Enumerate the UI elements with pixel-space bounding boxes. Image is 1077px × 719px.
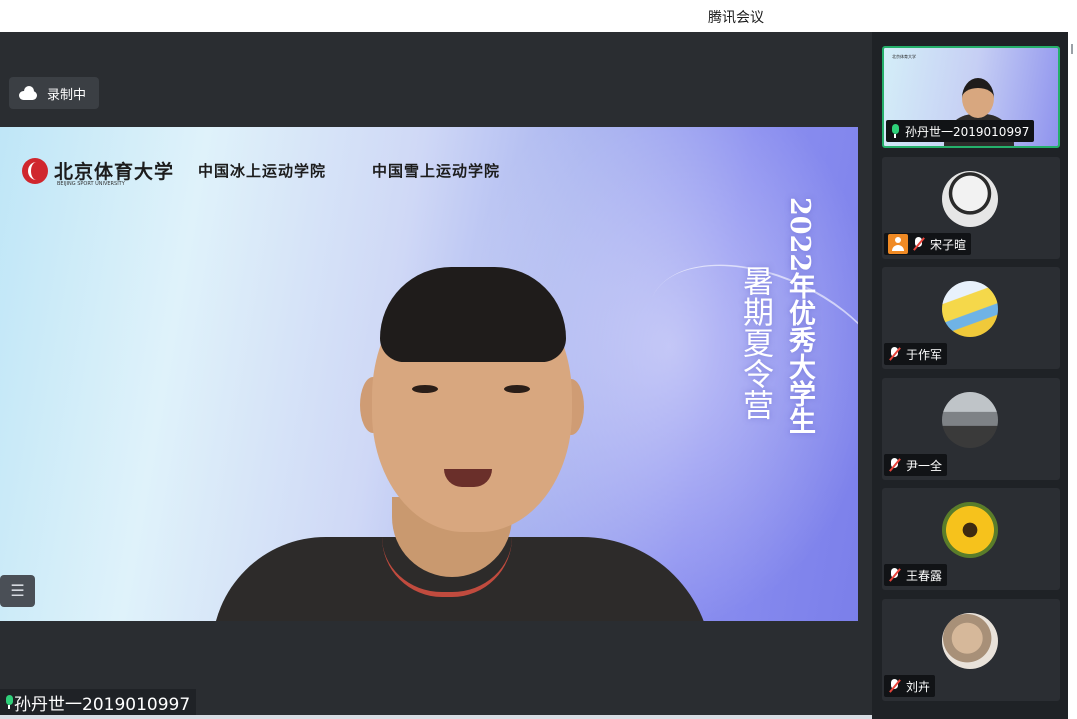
main-speaker-name: 孙丹世一2019010997 xyxy=(14,694,191,715)
mic-muted-icon xyxy=(888,679,901,693)
speaker-eye-right xyxy=(504,385,530,393)
institute-ice: 中国冰上运动学院 xyxy=(198,162,327,180)
avatar xyxy=(942,502,998,558)
speaker-hair xyxy=(380,267,566,362)
slide-camp-line: 暑期夏令营 xyxy=(737,265,773,420)
mic-muted-icon xyxy=(912,237,925,251)
participant-name-tag: 宋子暄 xyxy=(884,233,972,255)
participant-name-tag: 刘卉 xyxy=(884,675,936,697)
slide-year-line: 2022年优秀大学生 xyxy=(784,197,815,435)
window-title: 腾讯会议 xyxy=(708,10,764,26)
avatar xyxy=(942,613,998,669)
mic-icon xyxy=(890,124,900,138)
avatar xyxy=(942,392,998,448)
participant-video-list: 北京体育大学 孙丹世一2019010997 宋子暄 于作军 尹一全 王春露 刘卉 xyxy=(872,32,1068,719)
university-name: 北京体育大学 xyxy=(54,161,175,183)
participant-name-tag: 尹一全 xyxy=(884,454,948,476)
main-speaker-label: 孙丹世一2019010997 xyxy=(0,689,197,715)
edge-handle[interactable] xyxy=(1071,44,1073,54)
university-emblem-icon xyxy=(22,157,48,184)
list-icon[interactable]: ☰ xyxy=(0,575,35,607)
avatar xyxy=(942,171,998,227)
mic-muted-icon xyxy=(888,568,901,582)
tencent-meeting-window: 腾讯会议 录制中 北京体育大学 BEIJING SPORT UNIVERSITY… xyxy=(0,0,1077,719)
mic-muted-icon xyxy=(888,347,901,361)
participant-name: 王春露 xyxy=(906,568,943,583)
university-name-en: BEIJING SPORT UNIVERSITY xyxy=(57,181,125,187)
university-logo: 北京体育大学 BEIJING SPORT UNIVERSITY xyxy=(22,157,175,187)
cloud-icon xyxy=(17,85,39,101)
institute-snow: 中国雪上运动学院 xyxy=(372,162,501,180)
participant-tile[interactable]: 于作军 xyxy=(882,267,1060,369)
participant-tile[interactable]: 刘卉 xyxy=(882,599,1060,701)
window-edge xyxy=(1068,32,1077,719)
main-speaker-video[interactable]: 北京体育大学 BEIJING SPORT UNIVERSITY 中国冰上运动学院… xyxy=(0,127,858,621)
thumbnail-head xyxy=(962,78,994,118)
participant-name: 尹一全 xyxy=(906,458,943,473)
avatar xyxy=(942,281,998,337)
recording-indicator[interactable]: 录制中 xyxy=(9,77,99,109)
participant-tile[interactable]: 尹一全 xyxy=(882,378,1060,480)
participant-name: 刘卉 xyxy=(906,679,931,694)
host-icon xyxy=(888,234,908,254)
participant-tile[interactable]: 宋子暄 xyxy=(882,157,1060,259)
participant-name-tag: 王春露 xyxy=(884,564,948,586)
participant-name-tag: 于作军 xyxy=(884,343,948,365)
title-bar: 腾讯会议 xyxy=(0,0,1077,32)
speaker-person xyxy=(212,267,712,621)
participant-tile[interactable]: 王春露 xyxy=(882,488,1060,590)
mic-icon xyxy=(4,695,14,709)
speaker-eye-left xyxy=(412,385,438,393)
recording-label: 录制中 xyxy=(47,87,87,103)
participant-name: 于作军 xyxy=(906,347,943,362)
mic-muted-icon xyxy=(888,458,901,472)
participant-tile[interactable]: 北京体育大学 孙丹世一2019010997 xyxy=(882,46,1060,148)
participant-name: 宋子暄 xyxy=(930,237,967,252)
participant-name: 孙丹世一2019010997 xyxy=(905,124,1030,139)
main-video-area: 录制中 北京体育大学 BEIJING SPORT UNIVERSITY 中国冰上… xyxy=(0,32,872,719)
thumbnail-slide-text: 北京体育大学 xyxy=(892,54,916,59)
participant-name-tag: 孙丹世一2019010997 xyxy=(886,120,1035,142)
